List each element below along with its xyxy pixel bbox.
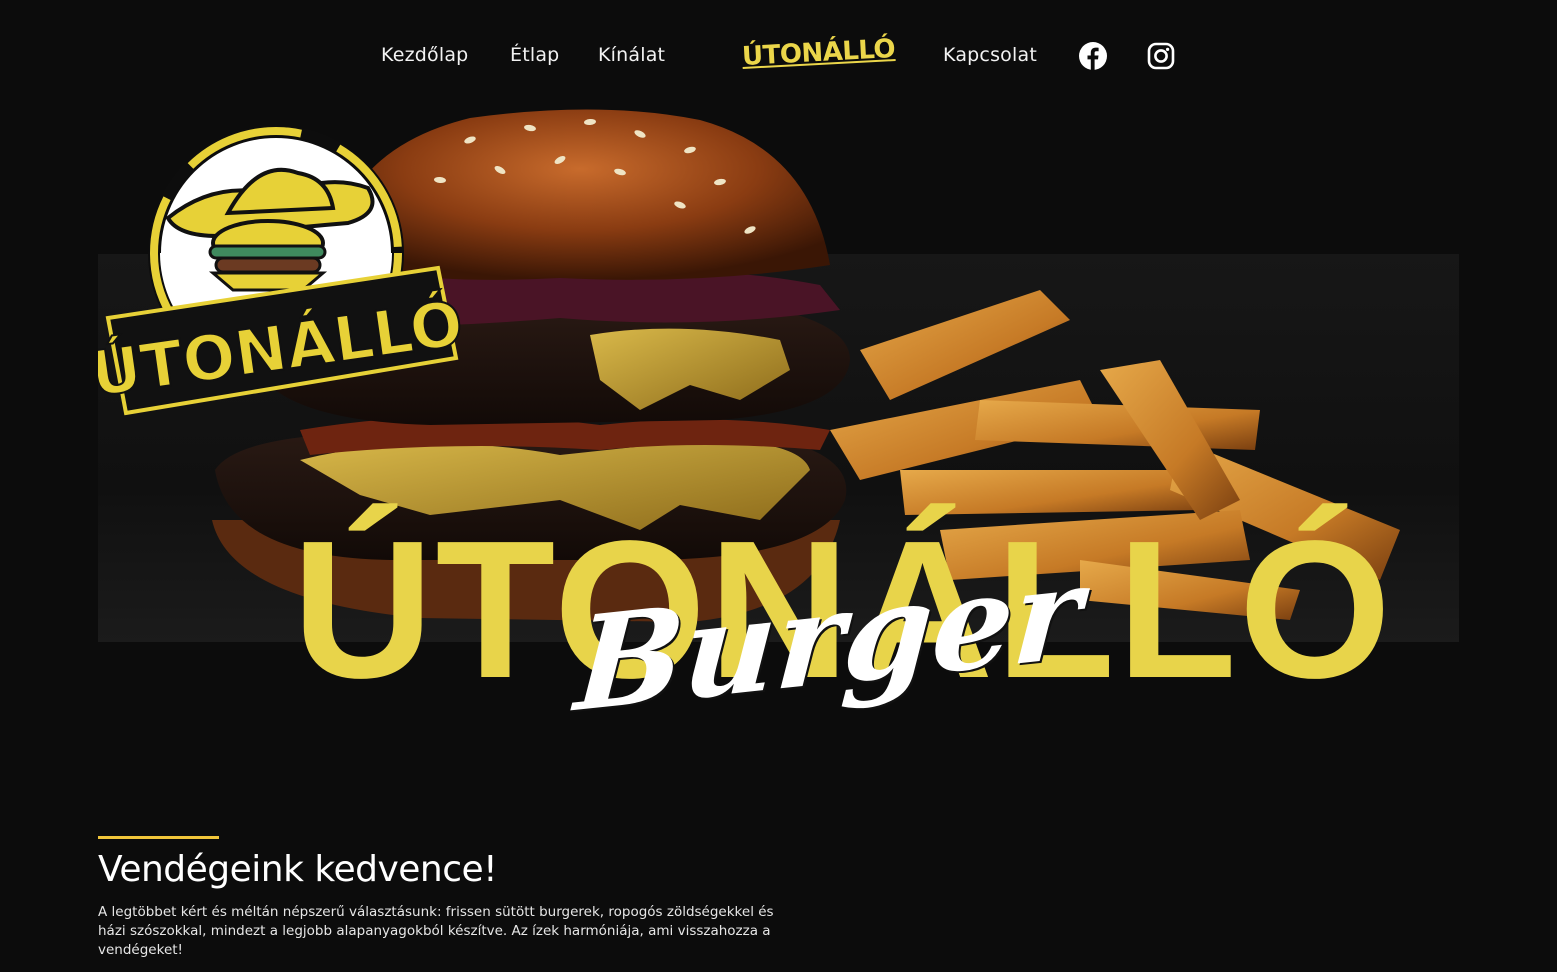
utonallo-badge-logo: ÚTONÁLLÓ xyxy=(98,125,468,416)
nav-link-kapcsolat[interactable]: Kapcsolat xyxy=(943,44,1037,66)
favorites-description: A legtöbbet kért és méltán népszerű vála… xyxy=(98,904,774,958)
nav-link-kezdolap[interactable]: Kezdőlap xyxy=(381,44,468,66)
top-navigation: Kezdőlap Étlap Kínálat ÚTONÁLLÓ Kapcsola… xyxy=(0,0,1557,112)
instagram-icon[interactable] xyxy=(1147,42,1175,70)
nav-logo[interactable]: ÚTONÁLLÓ xyxy=(741,34,896,72)
section-accent-line xyxy=(98,836,219,839)
nav-link-kinalat[interactable]: Kínálat xyxy=(598,44,665,66)
favorites-title: Vendégeink kedvence! xyxy=(98,849,498,890)
facebook-icon[interactable] xyxy=(1079,42,1107,70)
nav-link-etlap[interactable]: Étlap xyxy=(510,44,559,66)
